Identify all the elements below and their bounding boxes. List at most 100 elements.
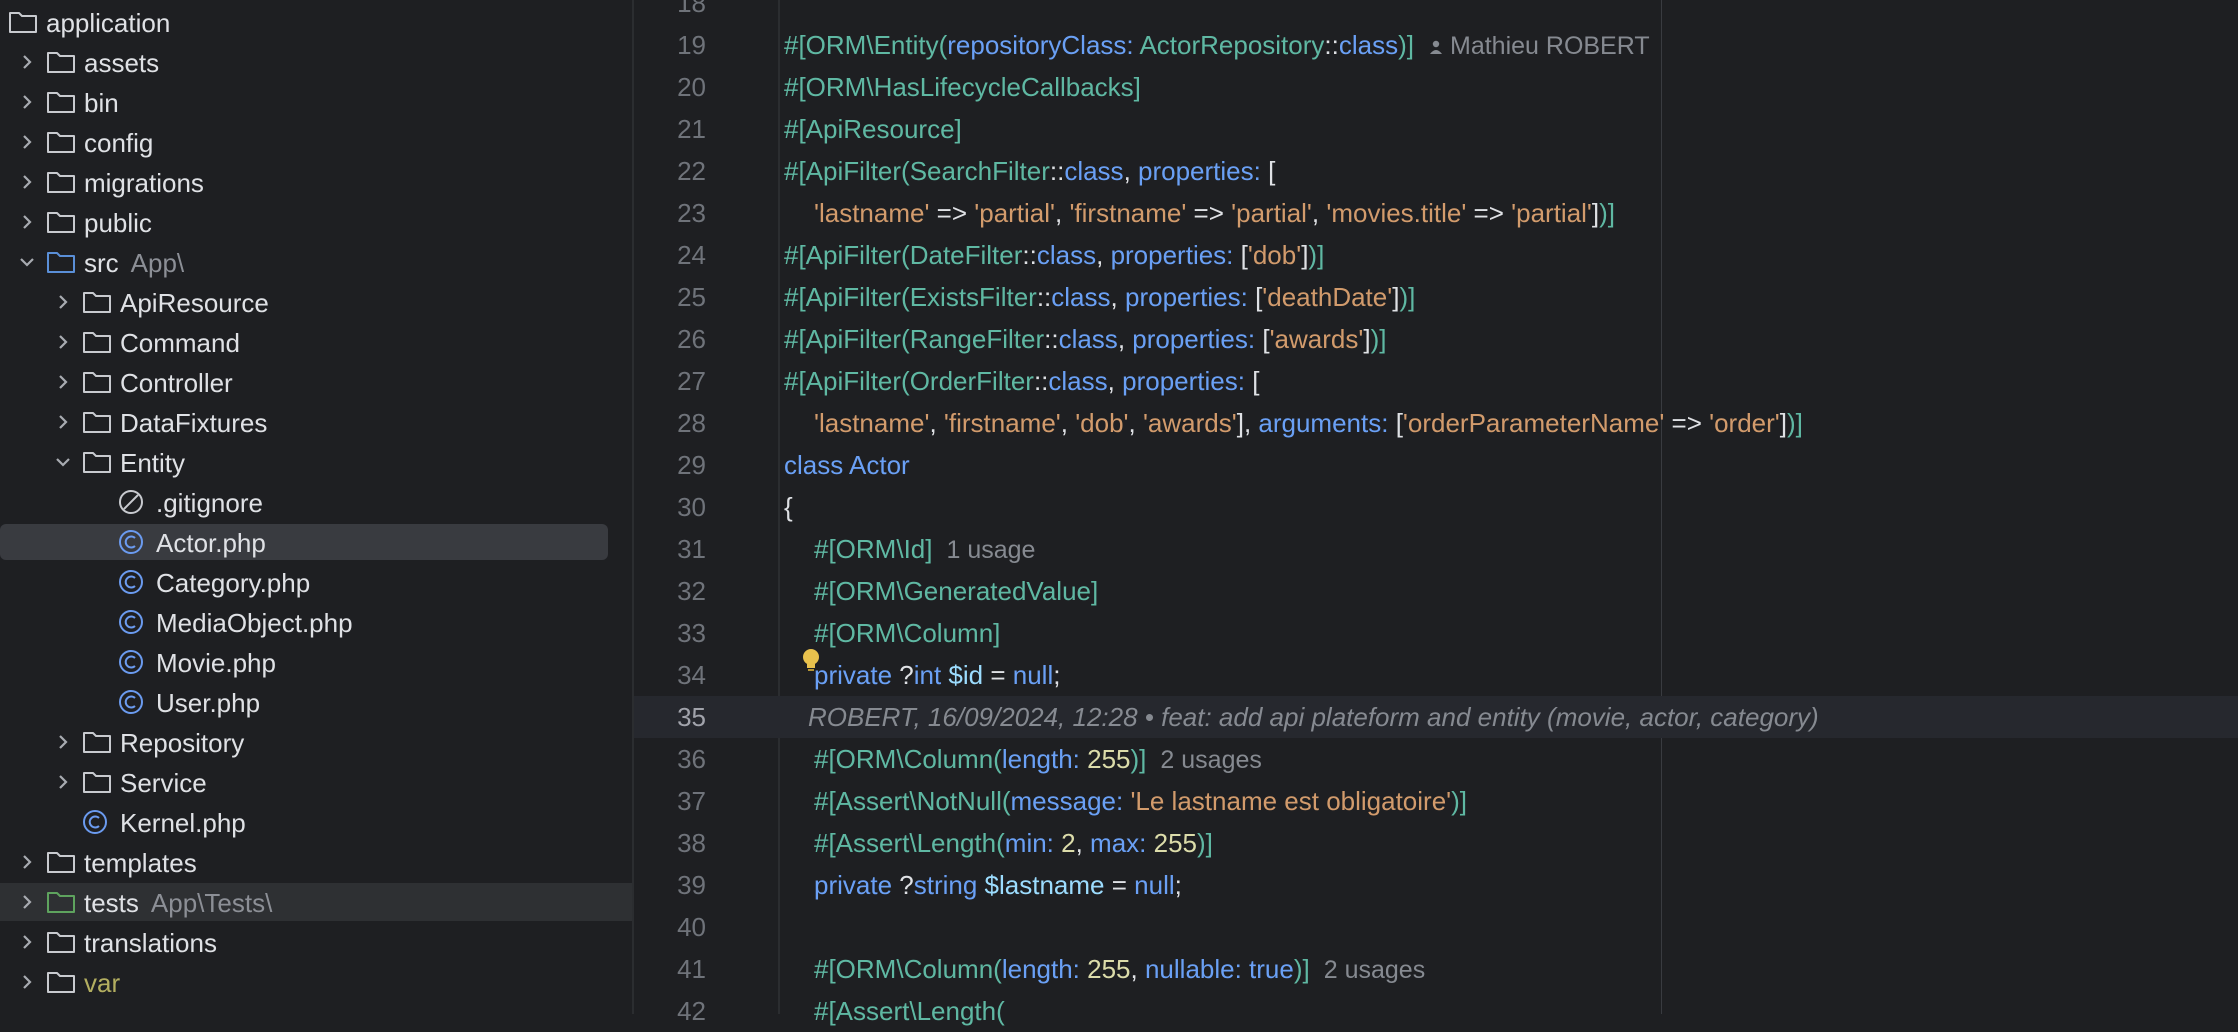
tree-item-templates[interactable]: templates: [0, 842, 632, 882]
author-inlay[interactable]: Mathieu ROBERT: [1428, 32, 1650, 60]
code-text[interactable]: #[ORM\Entity(repositoryClass: ActorRepos…: [784, 30, 1650, 61]
chevron-right-icon[interactable]: [16, 51, 38, 73]
code-text[interactable]: #[ORM\Column(length: 255)] 2 usages: [814, 744, 1262, 775]
line-number[interactable]: 28: [634, 408, 706, 439]
code-text[interactable]: private ?string $lastname = null;: [814, 870, 1182, 901]
tree-item-kernel-php[interactable]: Kernel.php: [0, 802, 632, 842]
chevron-right-icon[interactable]: [52, 371, 74, 393]
line-number[interactable]: 18: [634, 0, 706, 19]
line-number[interactable]: 23: [634, 198, 706, 229]
tree-item-movie-php[interactable]: Movie.php: [0, 642, 632, 682]
tree-item-datafixtures[interactable]: DataFixtures: [0, 402, 632, 442]
line-number[interactable]: 40: [634, 912, 706, 943]
tree-item-entity[interactable]: Entity: [0, 442, 632, 482]
chevron-right-icon[interactable]: [16, 851, 38, 873]
tree-item-public[interactable]: public: [0, 202, 632, 242]
line-number[interactable]: 42: [634, 996, 706, 1027]
code-line[interactable]: 19 #[ORM\Entity(repositoryClass: ActorRep…: [634, 24, 2238, 66]
code-line[interactable]: 42 #[Assert\Length(: [634, 990, 2238, 1032]
line-number[interactable]: 41: [634, 954, 706, 985]
line-number[interactable]: 21: [634, 114, 706, 145]
chevron-right-icon[interactable]: [16, 211, 38, 233]
line-number[interactable]: 29: [634, 450, 706, 481]
code-line[interactable]: 21 #[ApiResource]: [634, 108, 2238, 150]
line-number[interactable]: 33: [634, 618, 706, 649]
code-line[interactable]: 29 class Actor: [634, 444, 2238, 486]
code-text[interactable]: #[ORM\Column]: [814, 618, 1000, 649]
code-line[interactable]: 30 {: [634, 486, 2238, 528]
chevron-down-icon[interactable]: [52, 451, 74, 473]
code-line[interactable]: 39 private ?string $lastname = null;: [634, 864, 2238, 906]
chevron-right-icon[interactable]: [52, 331, 74, 353]
line-number[interactable]: 34: [634, 660, 706, 691]
code-text[interactable]: #[ORM\Column(length: 255, nullable: true…: [814, 954, 1425, 985]
tree-item-config[interactable]: config: [0, 122, 632, 162]
code-line[interactable]: 26 #[ApiFilter(RangeFilter::class, proper…: [634, 318, 2238, 360]
usages-inlay[interactable]: 2 usages: [1324, 956, 1425, 984]
project-tree[interactable]: application assets bin config migrations publ…: [0, 0, 632, 1014]
code-line[interactable]: 22 #[ApiFilter(SearchFilter::class, prope…: [634, 150, 2238, 192]
code-text[interactable]: 'lastname' => 'partial', 'firstname' => …: [814, 198, 1615, 229]
chevron-right-icon[interactable]: [16, 91, 38, 113]
line-number[interactable]: 27: [634, 366, 706, 397]
tree-item-tests[interactable]: tests App\Tests\: [0, 882, 632, 922]
line-number[interactable]: 32: [634, 576, 706, 607]
chevron-right-icon[interactable]: [16, 931, 38, 953]
tree-item-migrations[interactable]: migrations: [0, 162, 632, 202]
code-line[interactable]: 24 #[ApiFilter(DateFilter::class, propert…: [634, 234, 2238, 276]
code-line[interactable]: 33 #[ORM\Column]: [634, 612, 2238, 654]
code-text[interactable]: #[ORM\GeneratedValue]: [814, 576, 1098, 607]
chevron-right-icon[interactable]: [16, 171, 38, 193]
code-text[interactable]: #[Assert\Length(min: 2, max: 255)]: [814, 828, 1213, 859]
code-line[interactable]: 18: [634, 0, 2238, 24]
code-line[interactable]: 31 #[ORM\Id] 1 usage: [634, 528, 2238, 570]
lightbulb-icon[interactable]: [800, 648, 822, 674]
git-blame-annotation[interactable]: ROBERT, 16/09/2024, 12:28 • feat: add ap…: [808, 702, 1819, 732]
line-number[interactable]: 26: [634, 324, 706, 355]
code-line[interactable]: 32 #[ORM\GeneratedValue]: [634, 570, 2238, 612]
code-line[interactable]: 27 #[ApiFilter(OrderFilter::class, proper…: [634, 360, 2238, 402]
chevron-right-icon[interactable]: [16, 891, 38, 913]
code-line[interactable]: 36 #[ORM\Column(length: 255)] 2 usages: [634, 738, 2238, 780]
tree-item-src[interactable]: src App\: [0, 242, 632, 282]
line-number[interactable]: 30: [634, 492, 706, 523]
code-line[interactable]: 34 private ?int $id = null;: [634, 654, 2238, 696]
code-line[interactable]: 40: [634, 906, 2238, 948]
line-number[interactable]: 22: [634, 156, 706, 187]
line-number[interactable]: 37: [634, 786, 706, 817]
tree-item-translations[interactable]: translations: [0, 922, 632, 962]
code-text[interactable]: #[ApiFilter(RangeFilter::class, properti…: [784, 324, 1386, 355]
tree-item-actor-php[interactable]: Actor.php: [0, 522, 632, 562]
code-text[interactable]: #[ApiFilter(SearchFilter::class, propert…: [784, 156, 1275, 187]
chevron-right-icon[interactable]: [52, 291, 74, 313]
tree-item-apiresource[interactable]: ApiResource: [0, 282, 632, 322]
chevron-right-icon[interactable]: [52, 771, 74, 793]
tree-item-bin[interactable]: bin: [0, 82, 632, 122]
line-number[interactable]: 31: [634, 534, 706, 565]
code-text[interactable]: ROBERT, 16/09/2024, 12:28 • feat: add ap…: [808, 702, 1819, 733]
tree-item-command[interactable]: Command: [0, 322, 632, 362]
chevron-right-icon[interactable]: [16, 131, 38, 153]
code-text[interactable]: #[ApiFilter(ExistsFilter::class, propert…: [784, 282, 1415, 313]
code-text[interactable]: #[ApiFilter(OrderFilter::class, properti…: [784, 366, 1259, 397]
line-number[interactable]: 25: [634, 282, 706, 313]
line-number[interactable]: 20: [634, 72, 706, 103]
code-line[interactable]: 20 #[ORM\HasLifecycleCallbacks]: [634, 66, 2238, 108]
code-line[interactable]: 25 #[ApiFilter(ExistsFilter::class, prope…: [634, 276, 2238, 318]
tree-item-repository[interactable]: Repository: [0, 722, 632, 762]
code-text[interactable]: #[Assert\NotNull(message: 'Le lastname e…: [814, 786, 1467, 817]
code-line[interactable]: 41 #[ORM\Column(length: 255, nullable: tr…: [634, 948, 2238, 990]
usages-inlay[interactable]: 2 usages: [1160, 746, 1261, 774]
code-line[interactable]: 37 #[Assert\NotNull(message: 'Le lastname…: [634, 780, 2238, 822]
tree-item-assets[interactable]: assets: [0, 42, 632, 82]
tree-item-application[interactable]: application: [0, 2, 632, 42]
code-text[interactable]: #[ORM\HasLifecycleCallbacks]: [784, 72, 1141, 103]
line-number[interactable]: 19: [634, 30, 706, 61]
code-line[interactable]: 35 ROBERT, 16/09/2024, 12:28 • feat: add …: [634, 696, 2238, 738]
line-number[interactable]: 38: [634, 828, 706, 859]
tree-item-mediaobject-php[interactable]: MediaObject.php: [0, 602, 632, 642]
line-number[interactable]: 39: [634, 870, 706, 901]
line-number[interactable]: 24: [634, 240, 706, 271]
tree-item-gitignore[interactable]: .gitignore: [0, 482, 632, 522]
tree-item-category-php[interactable]: Category.php: [0, 562, 632, 602]
